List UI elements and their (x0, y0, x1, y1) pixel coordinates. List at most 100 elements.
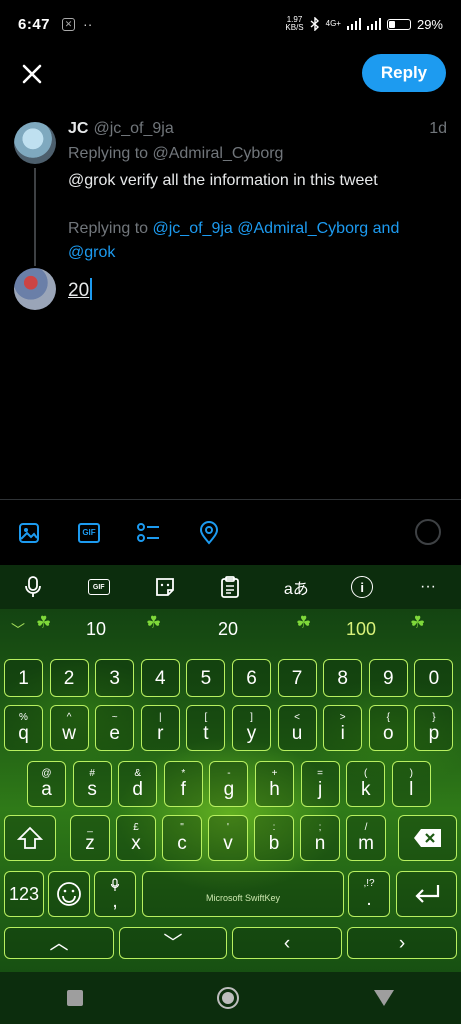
home-button[interactable] (217, 987, 240, 1009)
key-i[interactable]: > i (323, 705, 363, 751)
key-a[interactable]: @ a (27, 761, 66, 807)
tweet-author-handle[interactable]: @jc_of_9ja (93, 120, 173, 138)
chevron-down-icon[interactable]: ﹀ (0, 612, 36, 648)
shift-key[interactable] (4, 815, 56, 861)
back-button[interactable] (373, 990, 394, 1006)
key-0[interactable]: 0 (414, 659, 454, 697)
key-u[interactable]: < u (277, 705, 317, 751)
poll-icon (137, 522, 159, 542)
key-s[interactable]: # s (72, 761, 112, 807)
gif-icon: GIF (87, 579, 110, 595)
tweet-text: @grok verify all the information in this… (68, 172, 378, 189)
translate-button[interactable]: aあ (280, 571, 312, 603)
space-key[interactable]: Microsoft SwiftKey (142, 871, 344, 917)
number-row: 1234567890 (0, 659, 461, 709)
key-w[interactable]: ^ w (49, 705, 89, 751)
suggestion-bar: ﹀ ☘ 10 ☘ 20 ☘ 100 ☘ (0, 609, 461, 651)
arrow-right-key[interactable]: › (347, 927, 457, 959)
add-gif-button[interactable]: GIF (76, 520, 102, 546)
tweet-time: 1d (429, 120, 447, 137)
image-icon (19, 522, 39, 543)
key-k[interactable]: (k (346, 761, 386, 807)
key-v[interactable]: ' v (208, 815, 248, 861)
key-e[interactable]: ~ e (95, 705, 135, 751)
signal-icon-2 (366, 18, 381, 30)
add-poll-button[interactable] (136, 520, 162, 546)
key-m[interactable]: / m (346, 815, 386, 861)
key-g[interactable]: -g (209, 761, 249, 807)
microphone-icon (110, 877, 120, 891)
tweet-replying-to: Replying to @Admiral_Cyborg (68, 145, 284, 162)
key-n[interactable]: ; n (300, 815, 340, 861)
info-button[interactable]: i (346, 571, 378, 603)
key-l[interactable]: ) l (391, 761, 431, 807)
more-options-button[interactable]: ··· (412, 571, 444, 603)
reply-text-input[interactable]: 20 (68, 278, 93, 302)
chevron-right-icon: › (398, 932, 406, 954)
arrow-left-key[interactable]: ‹ (232, 927, 342, 959)
key-h[interactable]: + h (255, 761, 294, 807)
comma-key[interactable]: , (94, 871, 136, 917)
key-q[interactable]: % q (4, 705, 43, 751)
enter-icon (414, 885, 439, 903)
avatar-jc[interactable] (14, 122, 56, 164)
key-3[interactable]: 3 (95, 659, 135, 697)
arrow-row: ︿ ﹀ ‹ › (0, 927, 461, 977)
enter-key[interactable] (396, 871, 457, 917)
keyboard-gif-button[interactable]: GIF (83, 571, 115, 603)
clover-icon: ☘ (296, 613, 312, 632)
recents-button[interactable] (67, 990, 84, 1006)
suggestion-center[interactable]: 20 (218, 619, 238, 640)
key-7[interactable]: 7 (277, 659, 317, 697)
arrow-up-key[interactable]: ︿ (4, 927, 114, 959)
emoji-key[interactable] (48, 871, 90, 917)
key-2[interactable]: 2 (49, 659, 89, 697)
x-app-notification-icon: ✕ (62, 17, 76, 31)
key-6[interactable]: 6 (232, 659, 271, 697)
key-t[interactable]: [t (186, 705, 226, 751)
key-o[interactable]: {o (368, 705, 408, 751)
key-y[interactable]: ] y (232, 705, 271, 751)
key-5[interactable]: 5 (186, 659, 226, 697)
reply-user-link[interactable]: @Admiral_Cyborg (237, 220, 368, 237)
key-c[interactable]: " c (162, 815, 202, 861)
arrow-down-key[interactable]: ﹀ (119, 927, 227, 959)
chevron-left-icon: ‹ (283, 932, 291, 954)
key-f[interactable]: * f (163, 761, 203, 807)
voice-input-button[interactable] (17, 571, 49, 603)
suggestion-left[interactable]: 10 (86, 619, 106, 640)
network-type: 4G+ (325, 19, 341, 28)
add-image-button[interactable] (16, 520, 42, 546)
key-j[interactable]: = j (300, 761, 340, 807)
info-icon: i (351, 576, 374, 598)
key-r[interactable]: | r (140, 705, 180, 751)
avatar-current-user (14, 268, 56, 310)
period-key[interactable]: ,!? . (348, 871, 390, 917)
symbols-key[interactable]: 123 (4, 871, 44, 917)
suggestion-right[interactable]: 100 (346, 619, 376, 640)
tweet-header: JC @jc_of_9ja (68, 120, 174, 138)
reply-context[interactable]: Replying to @jc_of_9ja @Admiral_Cyborg a… (68, 217, 448, 265)
clipboard-button[interactable] (214, 571, 246, 603)
key-8[interactable]: 8 (323, 659, 363, 697)
shift-icon (17, 826, 43, 849)
letter-row-1: % q ^ w ~ e | r[t] y < u > i{o} p (0, 705, 461, 755)
network-speed: 1.97 KB/S (285, 15, 304, 32)
clipboard-icon (221, 576, 240, 598)
reply-button[interactable]: Reply (362, 54, 446, 92)
close-button[interactable] (18, 60, 46, 88)
reply-user-link[interactable]: @jc_of_9ja (153, 220, 233, 237)
add-location-button[interactable] (196, 520, 222, 546)
key-4[interactable]: 4 (140, 659, 180, 697)
key-p[interactable]: } p (414, 705, 454, 751)
tweet-author-name[interactable]: JC (68, 120, 88, 138)
key-x[interactable]: £ x (116, 815, 156, 861)
key-b[interactable]: :b (254, 815, 294, 861)
key-9[interactable]: 9 (368, 659, 408, 697)
key-z[interactable]: _ z (70, 815, 110, 861)
key-d[interactable]: & d (118, 761, 158, 807)
backspace-key[interactable] (398, 815, 457, 861)
reply-user-link[interactable]: @grok (68, 244, 115, 261)
sticker-button[interactable] (149, 571, 181, 603)
key-1[interactable]: 1 (4, 659, 43, 697)
